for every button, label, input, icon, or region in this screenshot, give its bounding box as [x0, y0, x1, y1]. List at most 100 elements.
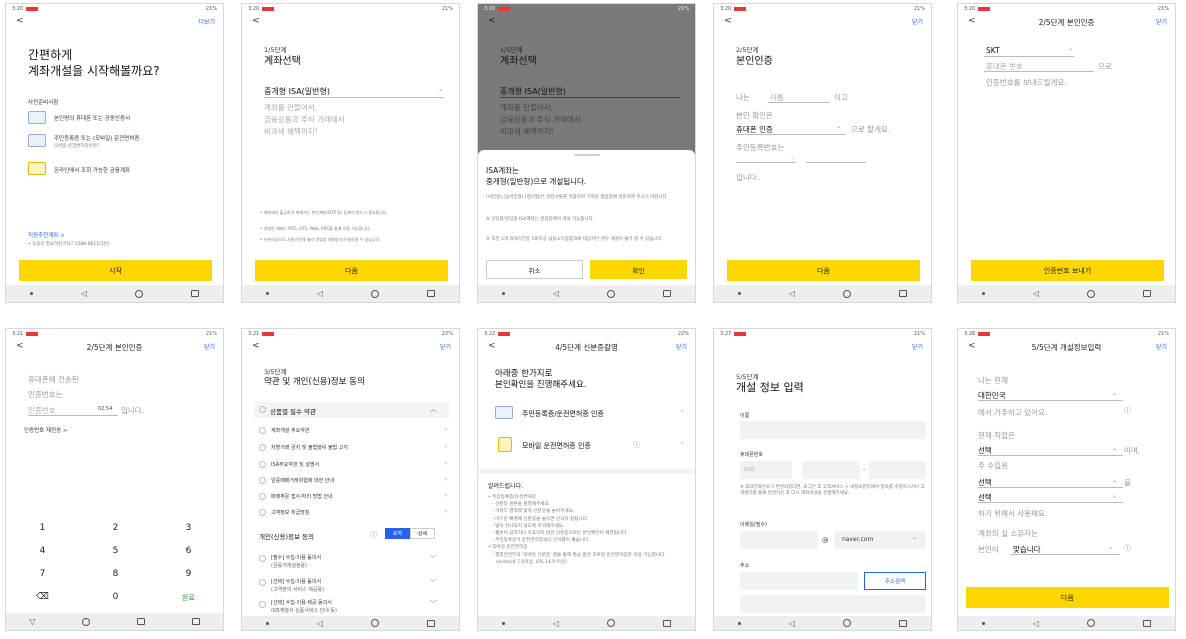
- phone-last-input[interactable]: [869, 461, 926, 479]
- check-icon[interactable]: [259, 427, 266, 434]
- consent-sub: (금융거래설정용): [271, 563, 308, 569]
- id-card-option[interactable]: 주민등록증/운전면허증 인증: [522, 409, 604, 419]
- screen-account-info: 3:27 21% 닫기 5/5단계 개설 정보 입력 이름 휴대폰번호 010 -…: [713, 328, 932, 631]
- close-button[interactable]: 닫기: [204, 342, 215, 351]
- check-icon[interactable]: [259, 579, 266, 586]
- detail-tab[interactable]: 상세: [410, 528, 435, 539]
- send-code-button[interactable]: 인증번호 보내기: [971, 260, 1164, 281]
- back-button[interactable]: <: [252, 341, 260, 351]
- chevron-down-icon: ⌄: [438, 86, 444, 93]
- name-input[interactable]: [740, 421, 926, 439]
- terms-item[interactable]: 차명거래 금지 및 불법행위 불법 고지: [271, 444, 348, 451]
- key[interactable]: 0: [79, 592, 152, 602]
- account-type-select[interactable]: 중개형 ISA(일반형): [264, 86, 330, 97]
- status-bar: 3:27 21%: [720, 331, 925, 337]
- key[interactable]: 4: [6, 546, 79, 556]
- consent-item[interactable]: [선택] 수집·이용 동의서: [271, 578, 321, 585]
- sentence-text: 이며,: [1124, 446, 1141, 455]
- key[interactable]: 2: [79, 523, 152, 533]
- terms-item[interactable]: ISA주요약관 및 설명서: [271, 461, 319, 468]
- check-icon[interactable]: [259, 406, 266, 413]
- close-button[interactable]: 닫기: [912, 17, 923, 26]
- mobile-license-link[interactable]: 모바일 운전면허증이란?: [54, 143, 99, 149]
- terms-item[interactable]: 일중매매거래위험에 대한 안내: [271, 477, 334, 484]
- back-button[interactable]: <: [16, 16, 24, 26]
- screen-isa-modal: 3:20 21% < 1/5단계 계좌선택 중개형 ISA(일반형) 계좌를 만들…: [477, 3, 696, 303]
- close-button[interactable]: 닫기: [676, 342, 687, 351]
- address-input[interactable]: [740, 595, 926, 613]
- check-icon[interactable]: [259, 461, 266, 468]
- close-button[interactable]: 닫기: [912, 342, 923, 351]
- key[interactable]: 1: [6, 523, 79, 533]
- key[interactable]: 9: [152, 569, 223, 579]
- carrier-select[interactable]: SKT: [986, 46, 1000, 55]
- check-icon[interactable]: [259, 555, 266, 562]
- key[interactable]: 3: [152, 523, 223, 533]
- terms-item[interactable]: 매매주문 접수/처리 방법 안내: [271, 493, 333, 500]
- email-id-input[interactable]: [740, 531, 818, 549]
- id-card-icon: [28, 134, 46, 147]
- terms-item[interactable]: 고객정보 취급방침: [271, 509, 309, 516]
- nav-title: 2/5단계 본인인증: [86, 343, 143, 352]
- key[interactable]: 5: [79, 546, 152, 556]
- close-button[interactable]: 닫기: [1156, 342, 1167, 351]
- close-button[interactable]: 닫기: [1156, 17, 1167, 26]
- system-nav: ◁: [714, 616, 931, 630]
- summary-tab[interactable]: 요약: [385, 528, 410, 539]
- consent-sub: (고객편의 서비스 제공용): [271, 587, 325, 593]
- check-icon[interactable]: [259, 601, 266, 608]
- help-note: • 도움이 필요하신가요? 1588-6611(5번): [28, 242, 110, 247]
- chevron-right-icon: ›: [444, 492, 447, 499]
- key[interactable]: 8: [79, 569, 152, 579]
- sentence-text: 주민등록번호는: [736, 143, 785, 152]
- key[interactable]: 7: [6, 569, 79, 579]
- screen-identity: 3:20 21% < 닫기 2/5단계 본인인증 나는 이름 이고 본인 확인은 휴…: [713, 3, 932, 303]
- cancel-button[interactable]: 취소: [486, 260, 583, 279]
- resend-link[interactable]: 인증번호 재전송 >: [24, 426, 68, 434]
- info-icon: ⓘ: [1124, 407, 1131, 415]
- screen-account-select: 3:20 21% < 1/5단계 계좌선택 중개형 ISA(일반형) ⌄ 계좌를 …: [241, 3, 460, 303]
- chevron-right-icon: ›: [444, 443, 447, 450]
- next-button[interactable]: 다음: [966, 587, 1169, 608]
- close-button[interactable]: 닫기: [440, 342, 451, 351]
- consent-item[interactable]: [필수] 수집·이용 동의서: [271, 554, 321, 561]
- back-button[interactable]: <: [488, 16, 496, 26]
- address-search-button[interactable]: 주소검색: [864, 572, 926, 590]
- system-nav: ◁: [478, 285, 695, 302]
- check-icon[interactable]: [259, 509, 266, 516]
- sheet-text: ※ 직전 3개 과세기간중 1회이상 금융소득종합과세 대상자인 경우 개설이 …: [486, 237, 664, 242]
- dash: -: [863, 466, 866, 473]
- sheet-title: 중개형(일반형)으로 개설됩니다.: [486, 177, 587, 186]
- sentence-text: 으로: [1098, 62, 1112, 71]
- key[interactable]: 6: [152, 546, 223, 556]
- system-nav: ◁: [242, 616, 459, 630]
- terms-item[interactable]: 계좌개설 주요약관: [271, 427, 309, 434]
- status-bar: 3:21 21%: [12, 331, 217, 337]
- back-button[interactable]: <: [724, 16, 732, 26]
- back-button[interactable]: <: [252, 16, 260, 26]
- consent-item[interactable]: [선택] 수집·이용·제공 동의서: [271, 599, 332, 606]
- sentence-text: 입니다.: [736, 173, 760, 182]
- next-button[interactable]: 다음: [255, 260, 448, 281]
- zip-input[interactable]: [740, 572, 858, 590]
- sentence-text: 계좌의 실 소유자는: [978, 529, 1038, 538]
- more-link[interactable]: 더보기: [198, 17, 215, 26]
- mobile-license-option[interactable]: 모바일 운전면허증 인증: [522, 441, 591, 451]
- note: • 개설된 계좌는 MTS, HTS, Web, ARS를 통해 이용 가능합니…: [260, 226, 371, 231]
- done-key[interactable]: 완료: [152, 593, 223, 603]
- phone-mid-input[interactable]: [802, 461, 860, 479]
- chevron-down-icon: ⌄: [1068, 45, 1074, 52]
- check-icon[interactable]: [259, 444, 266, 451]
- check-icon[interactable]: [259, 493, 266, 500]
- sentence-text: 나는: [736, 93, 750, 102]
- next-button[interactable]: 다음: [727, 260, 920, 281]
- staff-referral-link[interactable]: 직원추천계좌 >: [28, 231, 65, 239]
- backspace-key[interactable]: ⌫: [6, 592, 79, 602]
- start-button[interactable]: 시작: [19, 260, 212, 281]
- confirm-button[interactable]: 확인: [590, 260, 687, 279]
- name-label: 이름: [740, 413, 750, 419]
- screen-kyc-info: 3:28 21% <5/5단계 개설정보입력 닫기 나는 현재 대한민국 ⌄ 에서 …: [957, 328, 1176, 631]
- check-icon[interactable]: [259, 477, 266, 484]
- id-card-icon: [495, 406, 513, 419]
- chevron-down-icon: ⌄: [1108, 544, 1114, 551]
